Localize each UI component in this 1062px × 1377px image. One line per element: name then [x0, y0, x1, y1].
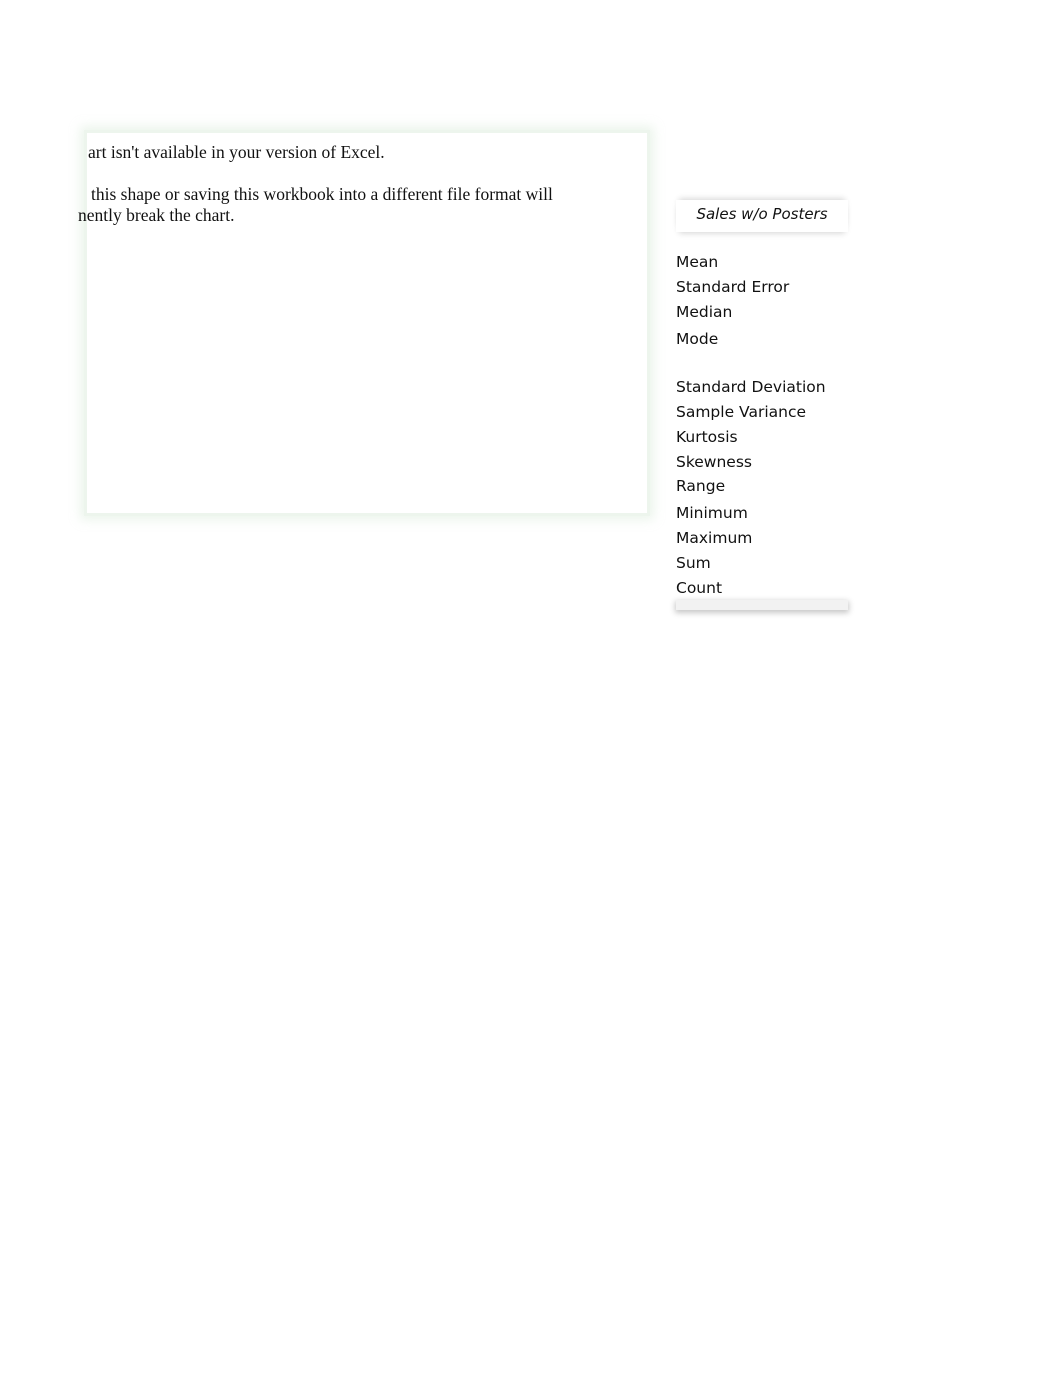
chart-warning-message-line2: nently break the chart. [78, 205, 235, 225]
stat-label-median[interactable]: Median [676, 303, 732, 321]
stat-label-sum[interactable]: Sum [676, 554, 711, 572]
stat-label-mean[interactable]: Mean [676, 253, 718, 271]
stat-label-count[interactable]: Count [676, 579, 722, 597]
stats-table-bottom-border [676, 600, 848, 610]
stat-label-standard-error[interactable]: Standard Error [676, 278, 789, 296]
stat-label-sample-variance[interactable]: Sample Variance [676, 403, 806, 421]
stats-table-header[interactable]: Sales w/o Posters [676, 200, 848, 232]
stat-label-minimum[interactable]: Minimum [676, 504, 748, 522]
stat-label-skewness[interactable]: Skewness [676, 453, 752, 471]
chart-unavailable-message: art isn't available in your version of E… [88, 142, 385, 162]
stat-label-mode[interactable]: Mode [676, 330, 718, 348]
stat-label-range[interactable]: Range [676, 477, 725, 495]
stat-label-maximum[interactable]: Maximum [676, 529, 752, 547]
stat-label-standard-deviation[interactable]: Standard Deviation [676, 378, 826, 396]
chart-warning-message-line1: this shape or saving this workbook into … [91, 184, 553, 204]
stat-label-kurtosis[interactable]: Kurtosis [676, 428, 738, 446]
